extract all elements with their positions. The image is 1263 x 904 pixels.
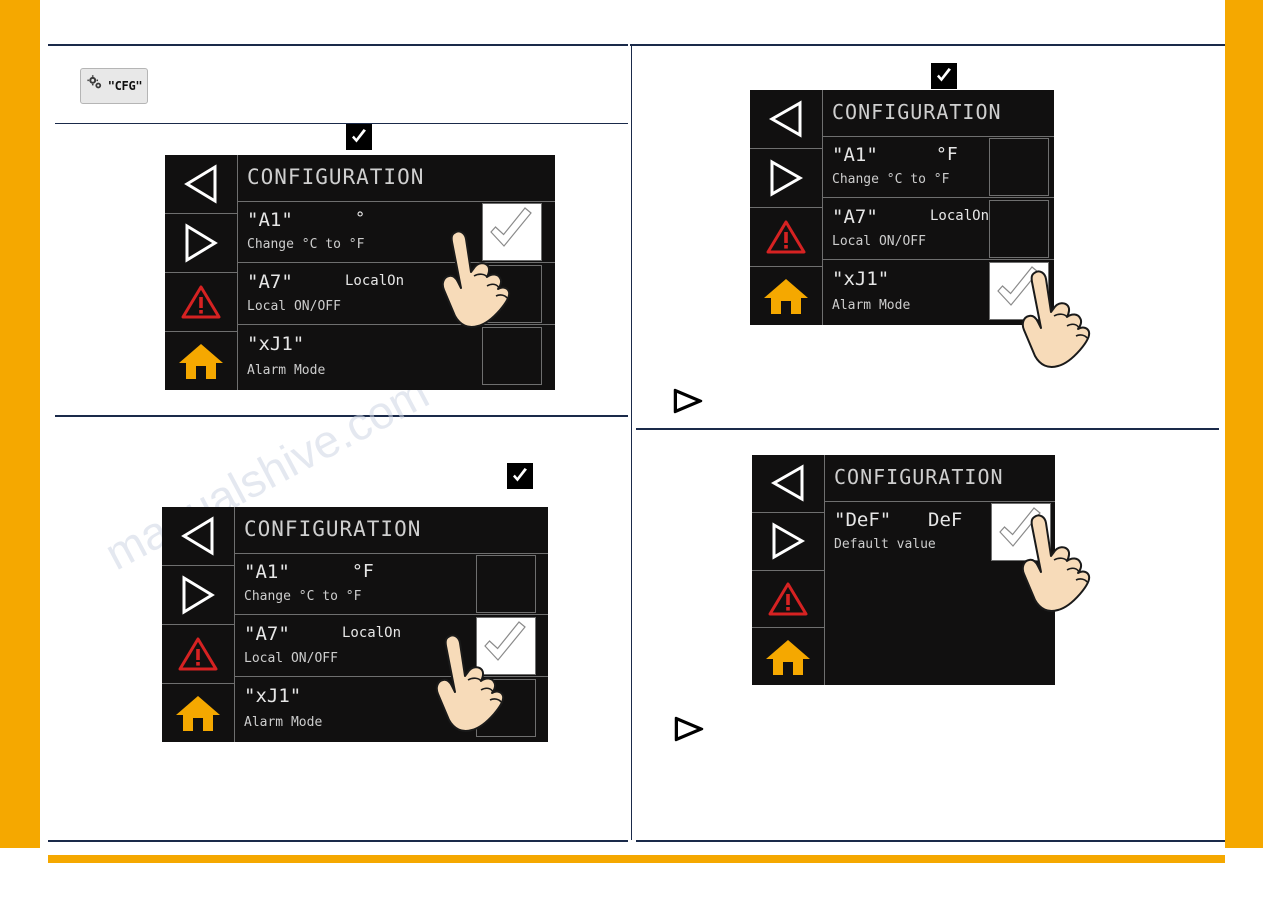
screen-sidebar-3: [750, 90, 822, 325]
row-desc: Alarm Mode: [244, 715, 323, 730]
config-row-a7-p3[interactable]: "A7" LocalOn Local ON/OFF: [822, 198, 1054, 260]
screen-title-2: CONFIGURATION: [244, 517, 422, 541]
config-row-a1-p3[interactable]: "A1" °F Change °C to °F: [822, 136, 1054, 198]
row-code: "xJ1": [244, 685, 302, 707]
row-desc: Local ON/OFF: [244, 651, 338, 666]
forward-arrow-icon[interactable]: [162, 566, 234, 625]
screen-sidebar-1: [165, 155, 237, 390]
row-code: "xJ1": [832, 268, 890, 290]
divider-top-left: [48, 44, 628, 46]
divider-top-right: [630, 44, 1225, 46]
divider-bottom-right: [636, 840, 1225, 842]
forward-arrow-icon[interactable]: [752, 513, 824, 571]
row-desc: Change °C to °F: [247, 237, 365, 252]
home-icon[interactable]: [752, 628, 824, 685]
row-code: "xJ1": [247, 333, 305, 355]
forward-arrow-icon[interactable]: [165, 214, 237, 273]
warning-icon[interactable]: [162, 625, 234, 684]
home-icon[interactable]: [165, 332, 237, 390]
divider-bottom-left: [48, 840, 628, 842]
row-desc: Change °C to °F: [832, 172, 950, 187]
cfg-button[interactable]: "CFG": [80, 68, 148, 104]
back-arrow-icon[interactable]: [752, 455, 824, 513]
screen-title-4: CONFIGURATION: [834, 465, 1004, 489]
checkbox-checked-icon-p1: [346, 124, 372, 150]
left-orange-bar: [0, 0, 40, 848]
checkbox-checked-icon-p3: [931, 63, 957, 89]
row-desc: Change °C to °F: [244, 589, 362, 604]
hand-pointer-4: [1018, 512, 1108, 627]
home-icon[interactable]: [162, 684, 234, 742]
row-code: "DeF": [834, 509, 892, 531]
row-code: "A1": [832, 144, 878, 166]
row-value: LocalOn: [342, 625, 402, 641]
screen-sidebar-4: [752, 455, 824, 685]
row-desc: Default value: [834, 537, 936, 552]
row-code: "A1": [244, 561, 290, 583]
screen-title-3: CONFIGURATION: [832, 100, 1002, 124]
row-desc: Alarm Mode: [832, 298, 911, 313]
warning-icon[interactable]: [750, 208, 822, 267]
hand-pointer-3: [1018, 268, 1108, 383]
row-value: °F: [352, 561, 374, 582]
row-value: LocalOn: [345, 273, 405, 289]
bottom-orange-bar: [48, 855, 1225, 863]
screen-sidebar-2: [162, 507, 234, 742]
warning-icon[interactable]: [165, 273, 237, 332]
row-value: DeF: [928, 509, 963, 531]
row-value: °: [355, 209, 366, 229]
row-code: "A7": [244, 623, 290, 645]
divider-cfg-left: [55, 123, 628, 124]
row-value: °F: [936, 144, 958, 165]
warning-icon[interactable]: [752, 571, 824, 629]
row-desc: Alarm Mode: [247, 363, 326, 378]
row-code: "A1": [247, 209, 293, 231]
screen-title-1: CONFIGURATION: [247, 165, 425, 189]
home-icon[interactable]: [750, 267, 822, 325]
arrow-right-icon-2: [673, 716, 705, 747]
divider-mid-right: [636, 428, 1219, 430]
config-row-a1-p2[interactable]: "A1" °F Change °C to °F: [234, 553, 548, 615]
row-checkbox-empty[interactable]: [476, 555, 536, 613]
manual-page: manualshive.com "CFG" CONFIGURATION "A1"…: [0, 0, 1263, 893]
row-checkbox-empty[interactable]: [989, 200, 1049, 258]
checkbox-checked-icon-p2: [507, 463, 533, 489]
back-arrow-icon[interactable]: [750, 90, 822, 149]
divider-mid-left: [55, 415, 628, 417]
back-arrow-icon[interactable]: [165, 155, 237, 214]
hand-pointer-2: [432, 632, 522, 747]
gears-icon: [86, 74, 105, 98]
back-arrow-icon[interactable]: [162, 507, 234, 566]
device-screen-4: CONFIGURATION "DeF" DeF Default value: [752, 455, 1055, 685]
hand-pointer-1: [438, 228, 528, 343]
row-desc: Local ON/OFF: [247, 299, 341, 314]
column-divider: [631, 44, 632, 840]
row-desc: Local ON/OFF: [832, 234, 926, 249]
row-value: LocalOn: [930, 208, 990, 224]
cfg-button-label: "CFG": [107, 79, 143, 93]
right-orange-bar: [1225, 0, 1263, 848]
row-code: "A7": [247, 271, 293, 293]
row-checkbox-empty[interactable]: [989, 138, 1049, 196]
forward-arrow-icon[interactable]: [750, 149, 822, 208]
arrow-right-icon-1: [672, 388, 704, 419]
device-screen-3: CONFIGURATION "A1" °F Change °C to °F "A…: [750, 90, 1054, 325]
row-code: "A7": [832, 206, 878, 228]
